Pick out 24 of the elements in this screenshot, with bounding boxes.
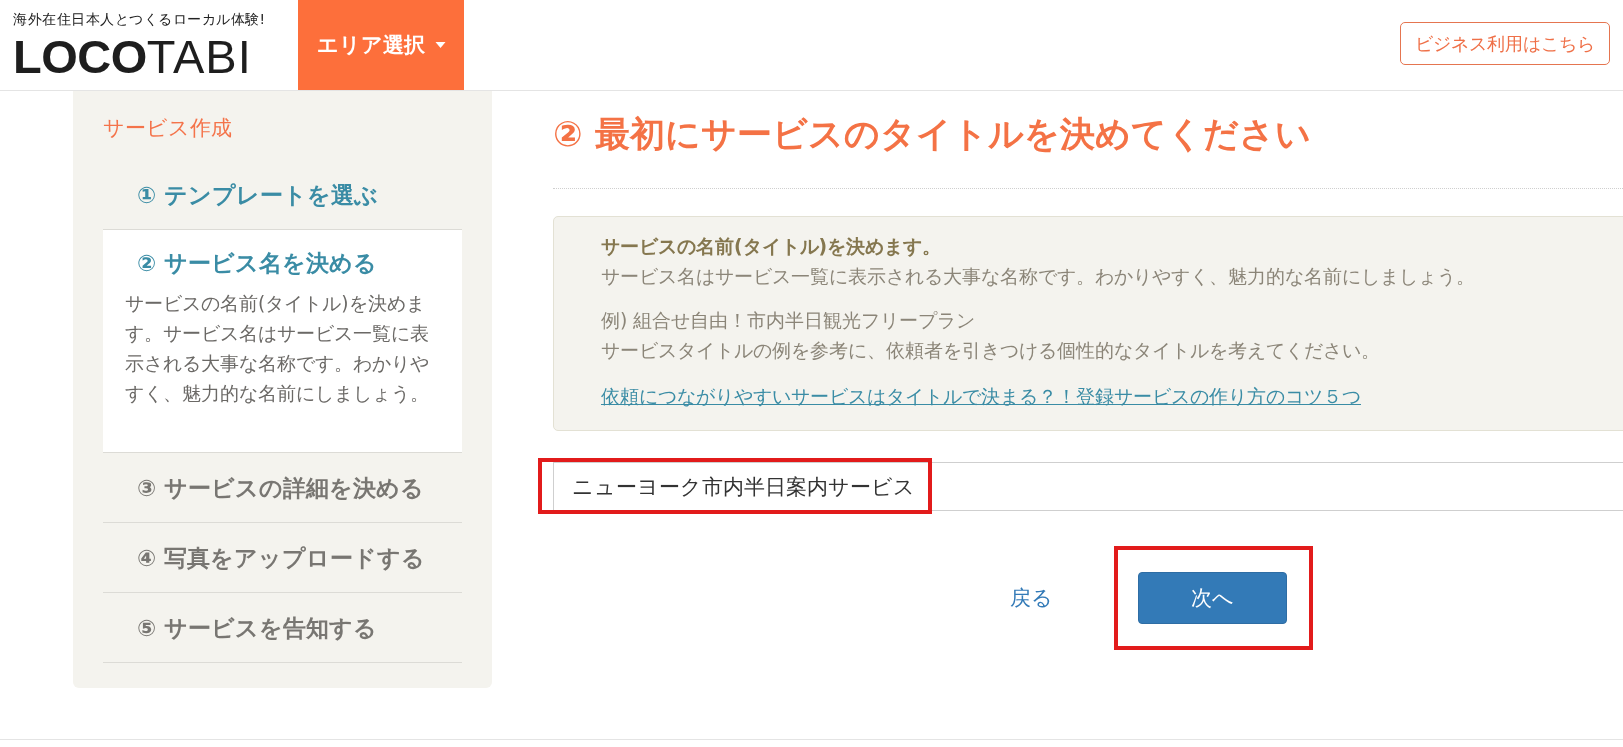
- step-description: サービスの名前(タイトル)を決めます。サービス名はサービス一覧に表示される大事な名称です。わかりやすく、魅力的な名前にしましょう。: [125, 292, 430, 406]
- business-link-button[interactable]: ビジネス利用はこちら: [1400, 22, 1610, 65]
- info-text: サービス名はサービス一覧に表示される大事な名称です。わかりやすく、魅力的な名前にしましょう。: [601, 265, 1476, 289]
- tagline: 海外在住日本人とつくるローカル体験!: [13, 10, 266, 29]
- step-item[interactable]: ④ 写真をアップロードする: [103, 523, 462, 593]
- step-label: ④ 写真をアップロードする: [137, 543, 427, 573]
- page-heading: ② 最初にサービスのタイトルを決めてください: [553, 111, 1623, 189]
- info-heading: サービスの名前(タイトル)を決めます。: [601, 235, 943, 259]
- tips-link[interactable]: 依頼につながりやすいサービスはタイトルで決まる？！登録サービスの作り方のコツ５つ: [601, 386, 1361, 407]
- step-label: ② サービス名を決める: [137, 249, 379, 278]
- sidebar-title: サービス作成: [103, 115, 233, 142]
- step-label: ① テンプレートを選ぶ: [137, 180, 380, 210]
- title-input[interactable]: ニューヨーク市内半日案内サービス: [553, 462, 1623, 511]
- step-item[interactable]: ③ サービスの詳細を決める: [103, 453, 462, 523]
- step-item[interactable]: ⑤ サービスを告知する: [103, 593, 462, 663]
- step-label: ③ サービスの詳細を決める: [137, 473, 426, 503]
- caret-icon: [434, 42, 446, 48]
- logo[interactable]: LOCOTABI: [13, 32, 252, 82]
- step-label: ⑤ サービスを告知する: [137, 613, 379, 643]
- next-button[interactable]: 次へ: [1138, 572, 1287, 624]
- area-select-button[interactable]: エリア選択: [298, 0, 464, 90]
- back-link[interactable]: 戻る: [1010, 584, 1053, 612]
- step-item[interactable]: ② サービス名を決める サービスの名前(タイトル)を決めます。サービス名はサービス一覧に表示される大事な名称です。わかりやすく、魅力的な名前にしましょう。: [103, 230, 462, 453]
- info-text: 例) 組合せ自由！市内半日観光フリープラン サービスタイトルの例を参考に、依頼者を引きつける個性的なタイトルを考えてください。: [601, 309, 1381, 363]
